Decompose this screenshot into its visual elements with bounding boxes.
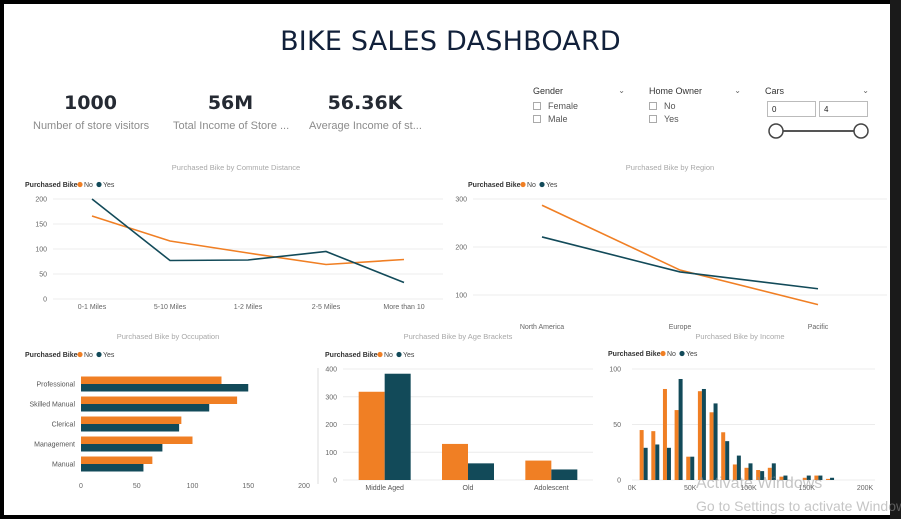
bar-no xyxy=(697,391,702,480)
income-chart[interactable]: Purchased Bike by Income Purchased Bike No… xyxy=(0,0,901,519)
x-tick-label: 50K xyxy=(684,485,697,492)
legend-marker-yes xyxy=(679,350,685,357)
bar-no xyxy=(686,456,691,480)
chart-title: Purchased Bike by Income xyxy=(695,332,784,341)
bar-yes xyxy=(643,447,648,480)
y-tick-label: 100 xyxy=(609,367,621,374)
bar-yes xyxy=(690,456,695,480)
bar-no xyxy=(639,430,644,480)
legend-label-yes: Yes xyxy=(686,351,698,358)
legend-marker-no xyxy=(660,350,666,357)
bar-no xyxy=(826,478,831,480)
bar-no xyxy=(662,388,667,480)
x-tick-label: 200K xyxy=(857,485,874,492)
bar-yes xyxy=(830,477,835,480)
bar-yes xyxy=(701,388,706,480)
bar-no xyxy=(721,432,726,480)
legend-label-no: No xyxy=(667,351,676,358)
bar-yes xyxy=(655,444,660,480)
activate-windows-hint: Go to Settings to activate Windows. xyxy=(696,498,901,514)
bar-no xyxy=(709,412,714,480)
bar-yes xyxy=(678,378,683,480)
bar-yes xyxy=(713,403,718,480)
activate-windows-watermark: Activate Windows xyxy=(696,475,823,492)
bar-no xyxy=(651,431,656,480)
bar-no xyxy=(674,410,679,480)
bar-yes xyxy=(666,447,671,480)
x-tick-label: 0K xyxy=(628,485,637,492)
y-tick-label: 50 xyxy=(613,422,621,429)
legend-title: Purchased Bike xyxy=(608,351,661,358)
y-tick-label: 0 xyxy=(617,478,621,485)
